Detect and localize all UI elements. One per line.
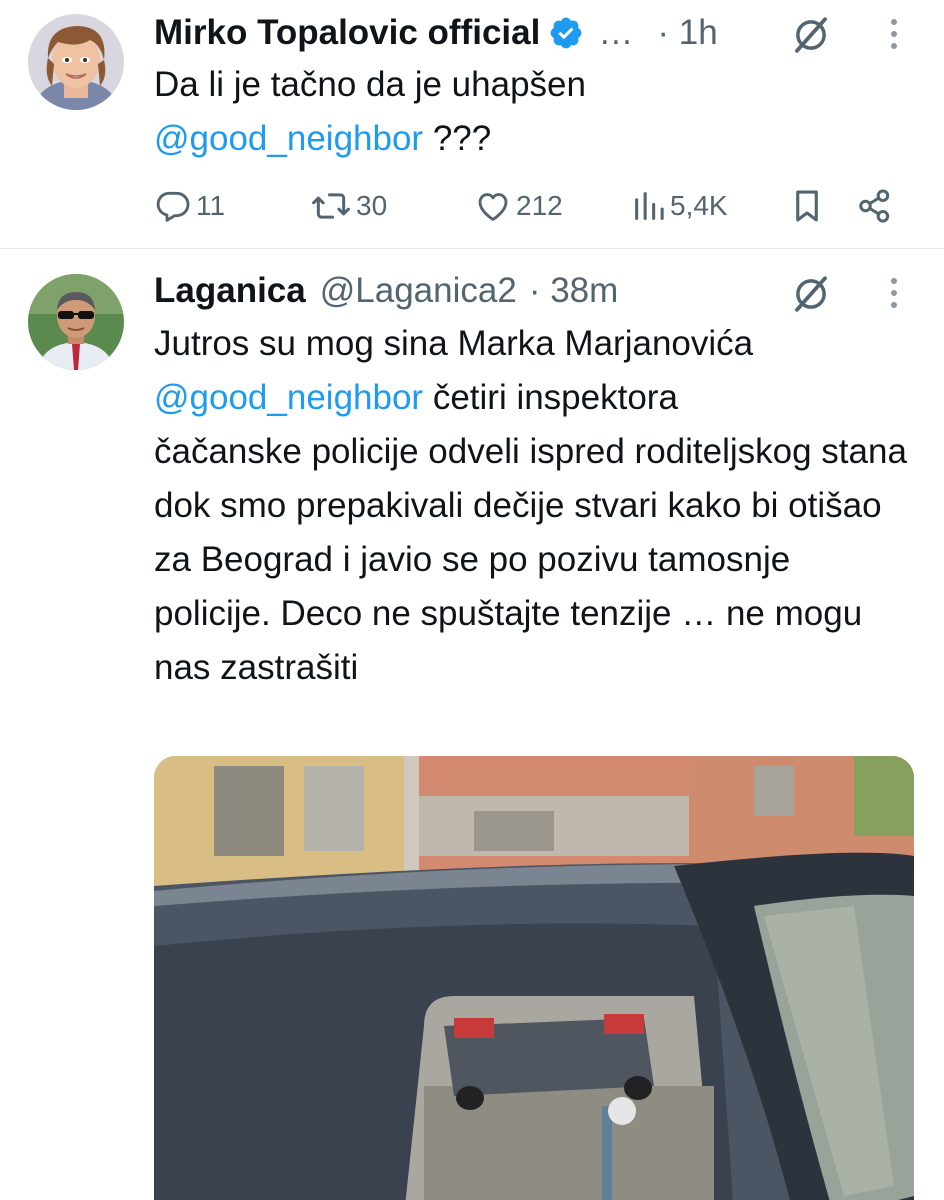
author-handle[interactable]: @Laganica2	[320, 271, 517, 311]
reply-count: 11	[196, 190, 226, 221]
author-name[interactable]: Laganica	[154, 271, 306, 311]
mention-link[interactable]: @good_neighbor	[154, 378, 423, 417]
timestamp[interactable]: · 38m	[529, 271, 618, 311]
tweet-mirko[interactable]: Mirko Topalovic official … · 1h Da li je…	[0, 0, 944, 249]
like-count: 212	[516, 190, 563, 221]
tweet-header-laganica: Laganica @Laganica2 · 38m	[154, 264, 884, 318]
views-count: 5,4K	[670, 190, 728, 221]
ellipsis: …	[598, 13, 634, 52]
like-button[interactable]: 212	[474, 178, 563, 234]
avatar-mirko-illustration	[28, 14, 124, 110]
tweet-text-rest: čačanske policije odveli ispred roditelj…	[154, 432, 907, 687]
share-icon	[859, 189, 890, 223]
heart-icon	[478, 193, 508, 221]
mention-link[interactable]: @good_neighbor	[154, 119, 423, 158]
more-vertical-icon[interactable]	[888, 275, 900, 311]
views-button[interactable]: 5,4K	[632, 178, 728, 234]
avatar-mirko[interactable]	[28, 14, 124, 110]
reply-icon	[156, 191, 190, 222]
photo-car-window	[154, 756, 914, 1200]
timestamp[interactable]: · 1h	[657, 13, 717, 53]
verified-badge-icon	[548, 15, 584, 51]
tweet-text-suffix: ???	[423, 119, 492, 158]
share-button[interactable]	[856, 178, 894, 234]
tweet-text-line1: Jutros su mog sina Marka Marjanovića	[154, 324, 754, 363]
repost-button[interactable]: 30	[310, 178, 387, 234]
tweet-photo[interactable]	[154, 756, 914, 1200]
tweet-text: Da li je tačno da je uhapšen	[154, 65, 586, 104]
more-vertical-icon[interactable]	[888, 16, 900, 52]
grok-icon[interactable]	[790, 273, 832, 315]
tweet-body-mirko: Da li je tačno da je uhapšen @good_neigh…	[154, 58, 914, 166]
tweet-actions: 11 30 212 5,4K	[154, 178, 894, 234]
avatar-laganica[interactable]	[28, 274, 124, 370]
author-name[interactable]: Mirko Topalovic official	[154, 13, 540, 53]
reply-button[interactable]: 11	[154, 178, 225, 234]
repost-icon	[312, 193, 350, 219]
tweet-body-laganica: Jutros su mog sina Marka Marjanovića @go…	[154, 317, 914, 695]
views-icon	[635, 192, 664, 220]
repost-count: 30	[356, 190, 388, 221]
grok-icon[interactable]	[790, 14, 832, 56]
bookmark-button[interactable]	[790, 178, 824, 234]
tweet-text-line2: četiri inspektora	[423, 378, 678, 417]
timeline: Mirko Topalovic official … · 1h Da li je…	[0, 0, 944, 1200]
tweet-laganica[interactable]: Laganica @Laganica2 · 38m Jutros su mog …	[0, 249, 944, 1200]
tweet-header-mirko: Mirko Topalovic official … · 1h	[154, 6, 884, 60]
avatar-laganica-photo	[28, 274, 124, 370]
bookmark-icon	[796, 190, 818, 222]
